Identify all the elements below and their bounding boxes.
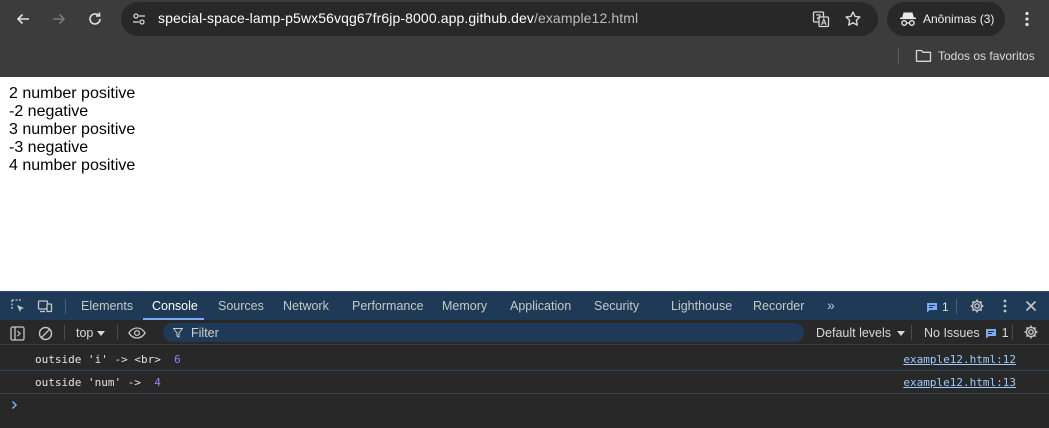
gear-icon [1024, 325, 1038, 339]
tab-network[interactable]: Network [283, 299, 329, 313]
url-path: /example12.html [533, 10, 639, 26]
context-selector[interactable]: top [76, 326, 106, 340]
live-expression-button[interactable] [127, 324, 147, 342]
no-issues-label: No Issues [924, 326, 980, 340]
console-message-text: outside 'i' -> <br> 6 [35, 353, 181, 366]
sidebar-icon [9, 325, 25, 341]
devtools-settings-button[interactable] [968, 297, 986, 315]
star-icon [845, 11, 861, 26]
kebab-menu-icon [1025, 11, 1029, 27]
output-line: 3 number positive [9, 121, 136, 138]
toolbar-separator [911, 325, 912, 340]
back-arrow-icon [16, 13, 29, 25]
bookmarks-bar [0, 38, 1049, 77]
tab-separator [956, 299, 957, 314]
all-bookmarks-link[interactable]: Todos os favoritos [938, 49, 1035, 63]
tab-lighthouse[interactable]: Lighthouse [671, 299, 732, 313]
page-viewport: 2 number positive -2 negative 3 number p… [1, 77, 1049, 291]
console-message: outside 'i' -> <br> 6 example12.html:12 [0, 348, 1049, 371]
incognito-icon [900, 12, 916, 26]
devtools-panel: Elements Console Sources Network Perform… [0, 291, 1049, 428]
tab-separator [65, 299, 66, 314]
message-icon [985, 328, 996, 338]
browser-menu-button[interactable] [1016, 8, 1038, 30]
forward-arrow-icon [53, 13, 66, 25]
source-link[interactable]: example12.html:12 [903, 353, 1016, 366]
no-issues-count: 1 [1001, 326, 1009, 340]
tab-recorder[interactable]: Recorder [753, 299, 804, 313]
toolbar-separator [64, 325, 65, 340]
output-line: 2 number positive [9, 85, 136, 102]
console-settings-button[interactable] [1022, 323, 1040, 341]
bookmark-star-button[interactable] [843, 9, 863, 29]
inspect-element-button[interactable] [9, 297, 27, 315]
toolbar-separator [117, 325, 118, 340]
block-icon [38, 326, 52, 340]
filter-funnel-icon [173, 328, 183, 338]
forward-button[interactable] [46, 6, 72, 32]
incognito-profile-button[interactable]: Anônimas (3) [887, 2, 1005, 36]
console-prompt[interactable] [11, 398, 18, 413]
log-levels-label: Default levels [816, 326, 892, 340]
inspect-cursor-icon [11, 299, 24, 312]
url-text[interactable]: special-space-lamp-p5wx56vqg67fr6jp-8000… [158, 10, 638, 26]
clear-console-button[interactable] [36, 324, 54, 342]
reload-icon [89, 12, 101, 25]
context-label: top [76, 326, 94, 340]
address-bar[interactable]: special-space-lamp-p5wx56vqg67fr6jp-8000… [121, 2, 878, 36]
console-message-text: outside 'num' -> 4 [35, 376, 161, 389]
kebab-menu-icon [1003, 299, 1007, 313]
issues-count: 1 [942, 300, 949, 314]
tab-application[interactable]: Application [510, 299, 571, 313]
gear-icon [970, 299, 984, 313]
devtools-tab-bar: Elements Console Sources Network Perform… [0, 291, 1049, 320]
device-icon [37, 300, 53, 313]
console-filter-input[interactable]: Filter [163, 323, 804, 342]
console-value: 6 [174, 353, 181, 366]
site-info-button[interactable] [127, 7, 151, 31]
filter-placeholder: Filter [191, 326, 219, 340]
tab-console[interactable]: Console [152, 299, 198, 313]
output-line: -2 negative [9, 103, 89, 120]
folder-icon[interactable] [915, 47, 932, 64]
message-icon [927, 302, 937, 312]
back-button[interactable] [10, 6, 36, 32]
tune-icon [133, 13, 145, 25]
issues-counter[interactable]: 1 [926, 300, 949, 314]
more-tabs-button[interactable]: » [827, 297, 835, 313]
console-filter-bar: top Filter Default levels No Issues 1 [0, 320, 1049, 345]
device-toolbar-button[interactable] [36, 297, 54, 315]
browser-toolbar: special-space-lamp-p5wx56vqg67fr6jp-8000… [0, 0, 1049, 38]
profile-label: Anônimas (3) [923, 12, 995, 26]
dropdown-arrow-icon [97, 330, 106, 336]
url-host: special-space-lamp-p5wx56vqg67fr6jp-8000… [158, 10, 534, 26]
translate-icon [812, 11, 830, 28]
tab-sources[interactable]: Sources [218, 299, 264, 313]
tab-security[interactable]: Security [594, 299, 639, 313]
devtools-menu-button[interactable] [996, 297, 1014, 315]
dropdown-arrow-icon [897, 330, 906, 336]
log-levels-dropdown[interactable]: Default levels [816, 326, 906, 340]
console-value: 4 [154, 376, 161, 389]
toggle-sidebar-button[interactable] [8, 324, 26, 342]
toolbar-separator [1012, 325, 1013, 340]
eye-icon [128, 327, 146, 339]
close-devtools-button[interactable] [1022, 297, 1040, 315]
close-icon [1025, 300, 1037, 312]
tab-performance[interactable]: Performance [352, 299, 424, 313]
source-link[interactable]: example12.html:13 [903, 376, 1016, 389]
tab-memory[interactable]: Memory [442, 299, 487, 313]
reload-button[interactable] [82, 6, 108, 32]
tab-elements[interactable]: Elements [81, 299, 133, 313]
issues-button[interactable]: No Issues 1 [924, 326, 1009, 340]
output-line: -3 negative [9, 139, 89, 156]
bookmarks-divider [898, 48, 899, 65]
chevron-right-icon [11, 400, 18, 410]
console-message: outside 'num' -> 4 example12.html:13 [0, 371, 1049, 394]
translate-button[interactable] [811, 9, 831, 29]
output-line: 4 number positive [9, 157, 136, 174]
